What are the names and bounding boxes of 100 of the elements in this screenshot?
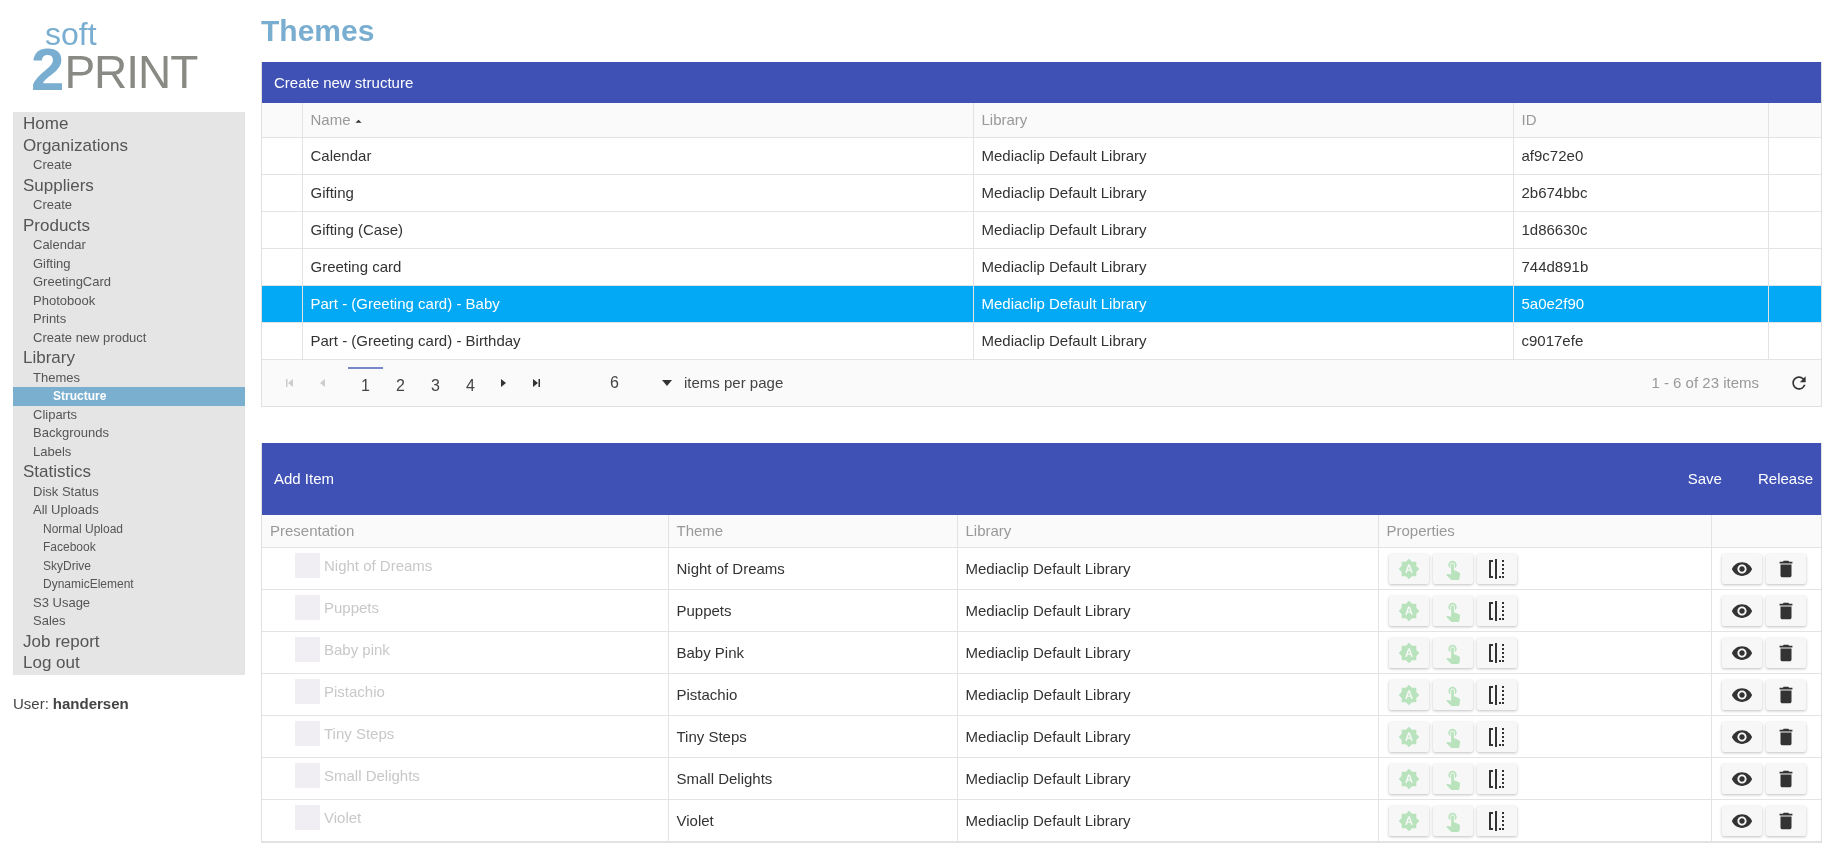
column-header: Presentation [262,514,668,548]
logo: soft 2PRINT [31,17,198,95]
user-label: User: [13,694,49,712]
split-button[interactable] [1476,805,1517,836]
split-button[interactable] [1476,553,1517,584]
last-page-icon[interactable] [530,376,542,389]
split-button[interactable] [1476,763,1517,794]
table-cell[interactable]: Greeting card [302,248,973,285]
split-view-icon [1486,809,1507,832]
table-cell: Mediaclip Default Library [957,757,1378,800]
split-button[interactable] [1476,595,1517,626]
table-cell: Night of Dreams [668,547,957,590]
split-button[interactable] [1476,721,1517,752]
sidebar-item[interactable]: Organizations [13,134,245,156]
table-cell: Mediaclip Default Library [957,799,1378,842]
sidebar-item[interactable]: Normal Upload [13,519,245,538]
column-header: Properties [1378,514,1711,548]
delete-button[interactable] [1765,595,1806,626]
delete-button[interactable] [1765,679,1806,710]
table-cell[interactable]: Mediaclip Default Library [973,248,1513,285]
toolbar-button[interactable]: Save [1687,470,1758,487]
sidebar-item[interactable]: Job report [13,630,245,652]
page-number[interactable]: 3 [418,366,453,399]
sidebar-item[interactable]: Statistics [13,461,245,483]
table-cell[interactable]: Mediaclip Default Library [973,174,1513,211]
split-button[interactable] [1476,679,1517,710]
delete-button[interactable] [1765,763,1806,794]
delete-button[interactable] [1765,721,1806,752]
table-cell: Baby Pink [668,631,957,674]
toolbar-button[interactable]: Add Item [274,470,335,487]
table-cell[interactable]: Mediaclip Default Library [973,137,1513,174]
table-cell[interactable]: 2b674bbc [1513,174,1768,211]
split-view-icon [1486,557,1507,580]
table-cell: Mediaclip Default Library [957,715,1378,758]
sidebar-item[interactable]: Facebook [13,538,245,557]
table-cell[interactable]: Gifting (Case) [302,211,973,248]
sidebar-item[interactable]: Suppliers [13,174,245,196]
page-title: Themes [261,14,376,48]
table-cell[interactable]: 1d86630c [1513,211,1768,248]
sidebar-item[interactable]: GreetingCard [13,273,245,292]
view-button[interactable] [1721,637,1762,668]
page-number[interactable]: 2 [383,366,418,399]
toolbar-button[interactable]: Release [1757,470,1821,487]
auto-badge-icon [1397,767,1420,790]
table-cell: Small Delights [668,757,957,800]
user-name: handersen [52,694,129,712]
table-cell[interactable]: 744d891b [1513,248,1768,285]
table-cell[interactable]: Gifting [302,174,973,211]
delete-button[interactable] [1765,805,1806,836]
sidebar-item[interactable]: Products [13,214,245,236]
auto-badge-icon [1397,599,1420,622]
page-number[interactable]: 4 [453,366,488,399]
sidebar-item[interactable]: Labels [13,442,245,461]
view-button[interactable] [1721,679,1762,710]
column-header: Library [957,514,1378,548]
sidebar-item[interactable]: Disk Status [13,482,245,501]
table-cell[interactable]: c9017efe [1513,322,1768,359]
view-button[interactable] [1721,595,1762,626]
sidebar-item[interactable]: Calendar [13,236,245,255]
split-view-icon [1486,683,1507,706]
sidebar-item[interactable]: Log out [13,652,245,674]
sidebar-item[interactable]: Backgrounds [13,424,245,443]
auto-badge-icon [1397,683,1420,706]
sidebar-item[interactable]: SkyDrive [13,556,245,575]
delete-button[interactable] [1765,637,1806,668]
sidebar-item[interactable]: All Uploads [13,501,245,520]
sidebar-item[interactable]: Cliparts [13,405,245,424]
page-number[interactable]: 1 [348,366,383,399]
auto-badge-icon [1397,557,1420,580]
table-cell: Mediaclip Default Library [957,673,1378,716]
view-button[interactable] [1721,763,1762,794]
table-cell: Puppets [668,589,957,632]
sidebar-item[interactable]: Gifting [13,254,245,273]
split-view-icon [1486,599,1507,622]
sidebar-item[interactable]: Prints [13,310,245,329]
sidebar-item[interactable]: Create new product [13,328,245,347]
sidebar-item[interactable]: Create [13,196,245,215]
sidebar-item[interactable]: Photobook [13,291,245,310]
table-cell[interactable]: Mediaclip Default Library [973,322,1513,359]
sidebar-item[interactable]: DynamicElement [13,575,245,594]
table-cell: Mediaclip Default Library [957,589,1378,632]
table-cell: Violet [668,799,957,842]
split-button[interactable] [1476,637,1517,668]
sidebar-item[interactable]: S3 Usage [13,593,245,612]
table-cell[interactable]: af9c72e0 [1513,137,1768,174]
page-size-label: items per page [684,374,784,391]
sidebar-item[interactable]: Home [13,113,245,135]
sidebar-item[interactable]: Create [13,156,245,175]
sidebar-item[interactable]: Sales [13,612,245,631]
items-summary: 1 - 6 of 23 items [1651,374,1759,391]
view-button[interactable] [1721,721,1762,752]
sidebar-item[interactable]: Themes [13,368,245,387]
delete-button[interactable] [1765,553,1806,584]
table-cell[interactable]: Mediaclip Default Library [973,211,1513,248]
view-button[interactable] [1721,805,1762,836]
sidebar-item[interactable]: Library [13,347,245,369]
table-cell[interactable]: Calendar [302,137,973,174]
table-cell[interactable]: Part - (Greeting card) - Birthday [302,322,973,359]
create-structure-button[interactable]: Create new structure [274,74,414,91]
view-button[interactable] [1721,553,1762,584]
